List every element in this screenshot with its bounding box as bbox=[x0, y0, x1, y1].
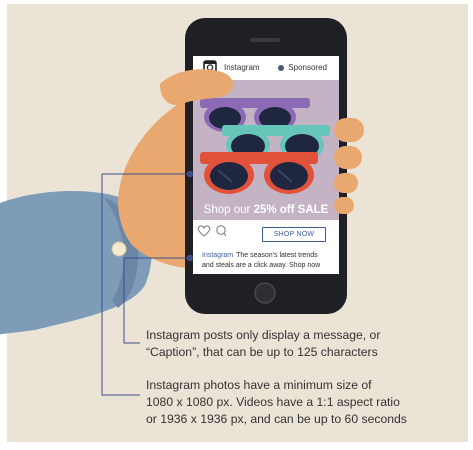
sponsored-text: Sponsored bbox=[288, 63, 327, 72]
fingers bbox=[334, 118, 364, 214]
caption-handle[interactable]: Instagram bbox=[202, 252, 233, 259]
cufflink bbox=[111, 241, 127, 257]
sale-prefix: Shop our bbox=[203, 204, 251, 216]
photo-note-line1: Instagram photos have a minimum size of bbox=[146, 378, 372, 392]
photo-note-line3: or 1936 x 1936 px, and can be up to 60 s… bbox=[146, 412, 407, 426]
sale-highlight: 25% off SALE bbox=[253, 204, 329, 216]
sponsored-dot-icon bbox=[278, 64, 285, 71]
home-button-icon[interactable] bbox=[254, 282, 276, 304]
post-header: Instagram Sponsored bbox=[200, 58, 332, 80]
photo-note-line2: 1080 x 1080 px. Videos have a 1:1 aspect… bbox=[146, 395, 400, 409]
sale-banner: Shop our 25% off SALE bbox=[193, 204, 339, 216]
caption-annotation: Instagram posts only display a message, … bbox=[146, 327, 380, 361]
sponsored-label: Sponsored bbox=[278, 63, 327, 72]
photo-annotation: Instagram photos have a minimum size of … bbox=[146, 377, 407, 428]
callout-dot-icon bbox=[186, 170, 194, 178]
caption-note-line2: “Caption”, that can be up to 125 charact… bbox=[146, 345, 378, 359]
shop-now-button[interactable]: SHOP NOW bbox=[262, 227, 326, 242]
post-brand-name[interactable]: Instagram bbox=[224, 63, 260, 72]
caption-note-line1: Instagram posts only display a message, … bbox=[146, 328, 381, 342]
post-caption: Instagram The season's latest trends and … bbox=[202, 251, 330, 271]
phone-speaker bbox=[250, 38, 280, 42]
callout-dot-icon bbox=[186, 254, 194, 262]
